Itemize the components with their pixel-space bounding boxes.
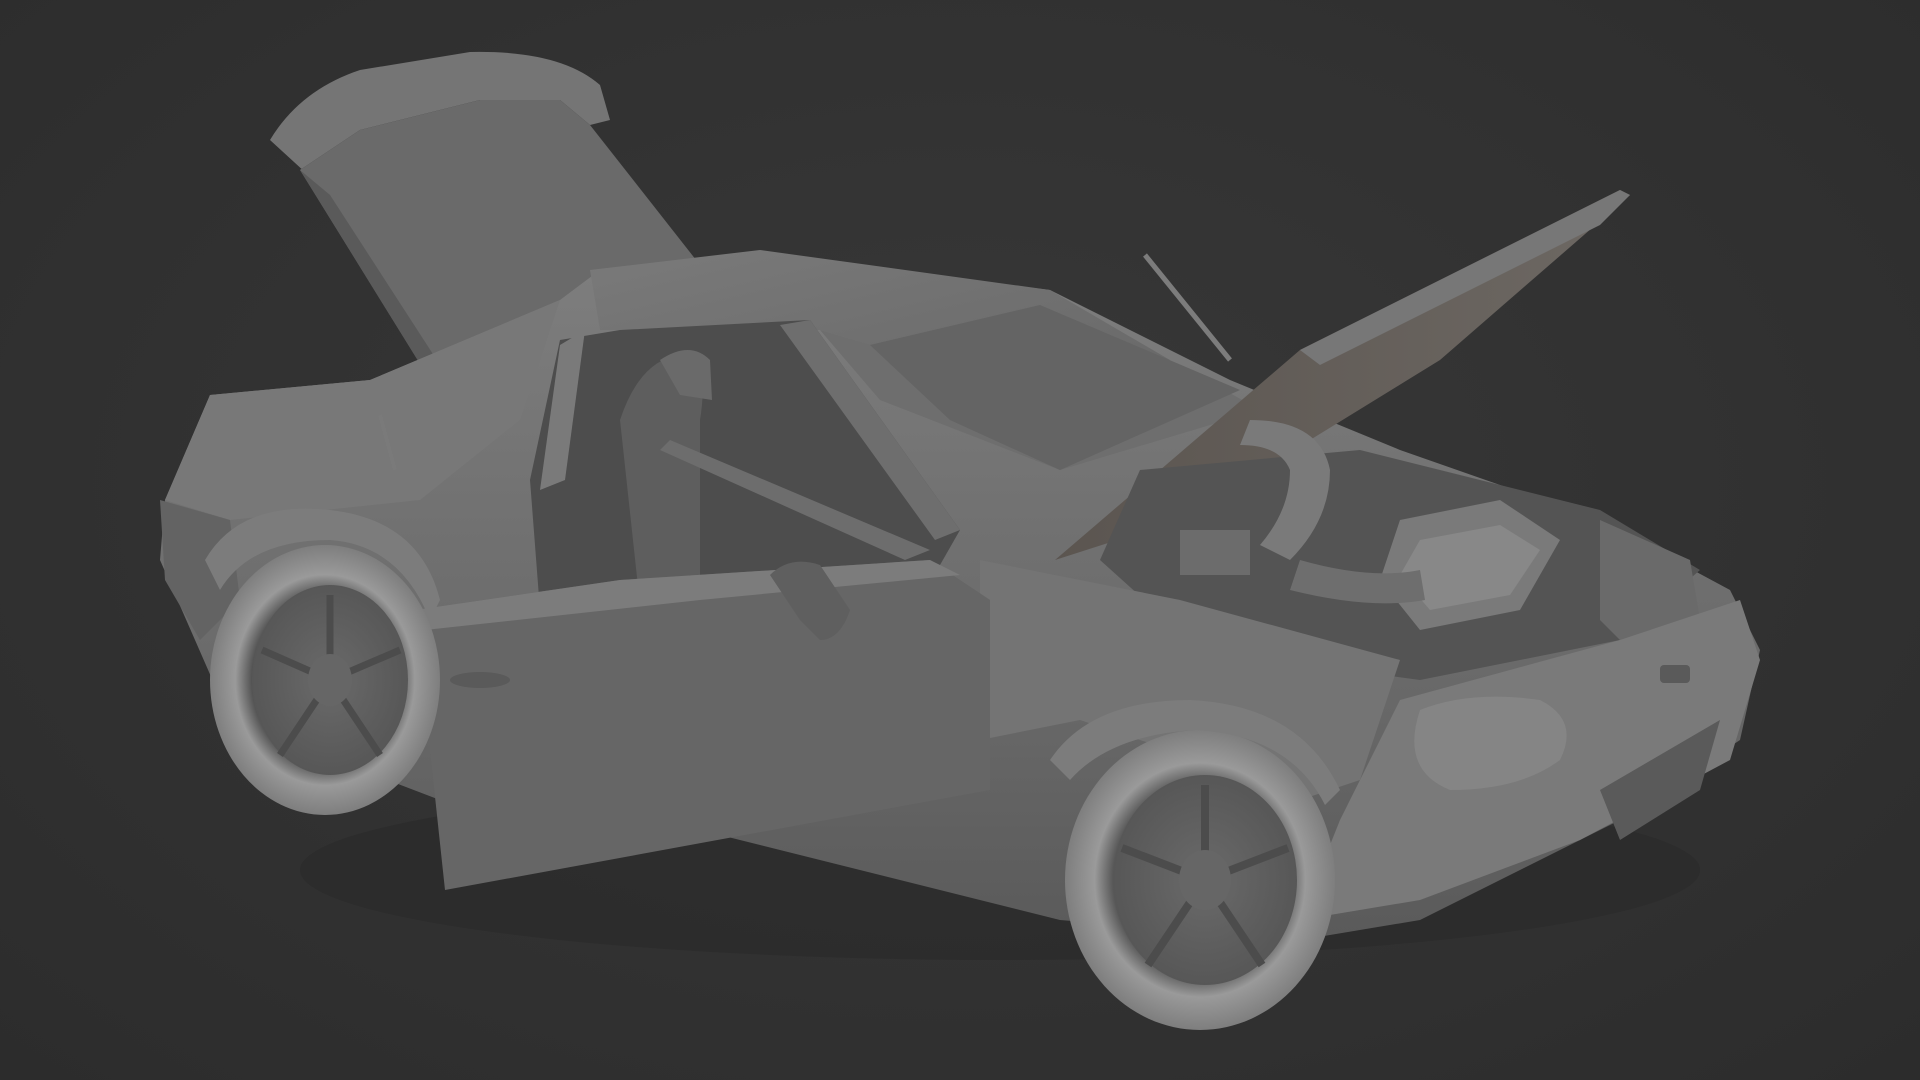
car-model-render (160, 51, 1760, 1030)
3d-viewport[interactable] (0, 0, 1920, 1080)
front-wheel (1065, 730, 1335, 1030)
rear-wheel (210, 545, 440, 815)
